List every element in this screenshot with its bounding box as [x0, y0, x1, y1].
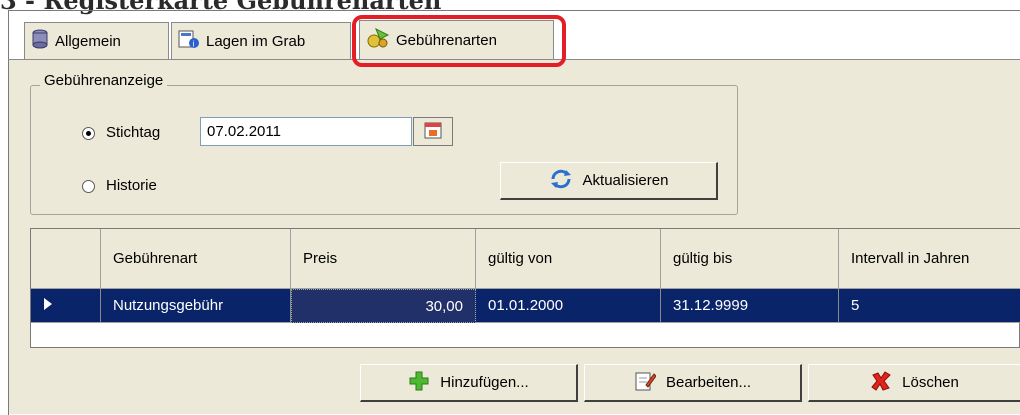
- delete-label: Löschen: [902, 374, 959, 391]
- table-cell-valid-to[interactable]: 31.12.9999: [661, 289, 839, 323]
- radio-historie-label: Historie: [106, 177, 157, 194]
- column-header[interactable]: gültig bis: [661, 229, 839, 289]
- column-header[interactable]: Gebührenart: [101, 229, 291, 289]
- edit-button[interactable]: Bearbeiten...: [584, 364, 802, 402]
- table-cell-valid-from[interactable]: 01.01.2000: [476, 289, 661, 323]
- refresh-button[interactable]: Aktualisieren: [500, 162, 718, 200]
- tab-allgemein[interactable]: Allgemein: [24, 22, 169, 59]
- refresh-icon: [549, 168, 573, 194]
- add-button[interactable]: Hinzufügen...: [360, 364, 578, 402]
- plus-icon: [408, 370, 430, 396]
- column-header[interactable]: Preis: [291, 229, 476, 289]
- row-pointer-icon: [43, 297, 53, 315]
- fee-table: Gebührenart Preis gültig von gültig bis …: [30, 228, 1020, 348]
- refresh-label: Aktualisieren: [582, 172, 669, 189]
- grave-location-icon: i: [178, 29, 200, 53]
- column-header[interactable]: Intervall in Jahren: [839, 229, 1020, 289]
- fee-display-title: Gebührenanzeige: [40, 72, 168, 89]
- table-cell-price[interactable]: 30,00: [291, 289, 476, 323]
- radio-stichtag[interactable]: [82, 127, 95, 140]
- tab-label: Allgemein: [55, 32, 121, 50]
- active-tab-highlight: [352, 15, 566, 67]
- radio-stichtag-label: Stichtag: [106, 124, 161, 141]
- database-icon: [31, 29, 49, 53]
- tab-label: Lagen im Grab: [206, 32, 306, 50]
- add-label: Hinzufügen...: [440, 374, 529, 391]
- table-cell-interval[interactable]: 5: [839, 289, 1020, 323]
- svg-text:i: i: [193, 40, 195, 49]
- calendar-button[interactable]: [413, 117, 453, 146]
- delete-button[interactable]: Löschen: [808, 364, 1020, 402]
- column-header[interactable]: gültig von: [476, 229, 661, 289]
- edit-label: Bearbeiten...: [665, 374, 752, 391]
- edit-icon: [634, 370, 657, 396]
- tab-lagen-im-grab[interactable]: i Lagen im Grab: [171, 22, 351, 59]
- delete-icon: [870, 370, 892, 396]
- calendar-icon: [423, 120, 443, 144]
- table-cell-fee-type[interactable]: Nutzungsgebühr: [101, 289, 291, 323]
- radio-historie[interactable]: [82, 180, 95, 193]
- row-header-corner: [31, 229, 101, 289]
- date-field[interactable]: [200, 117, 412, 146]
- row-selector[interactable]: [31, 289, 101, 323]
